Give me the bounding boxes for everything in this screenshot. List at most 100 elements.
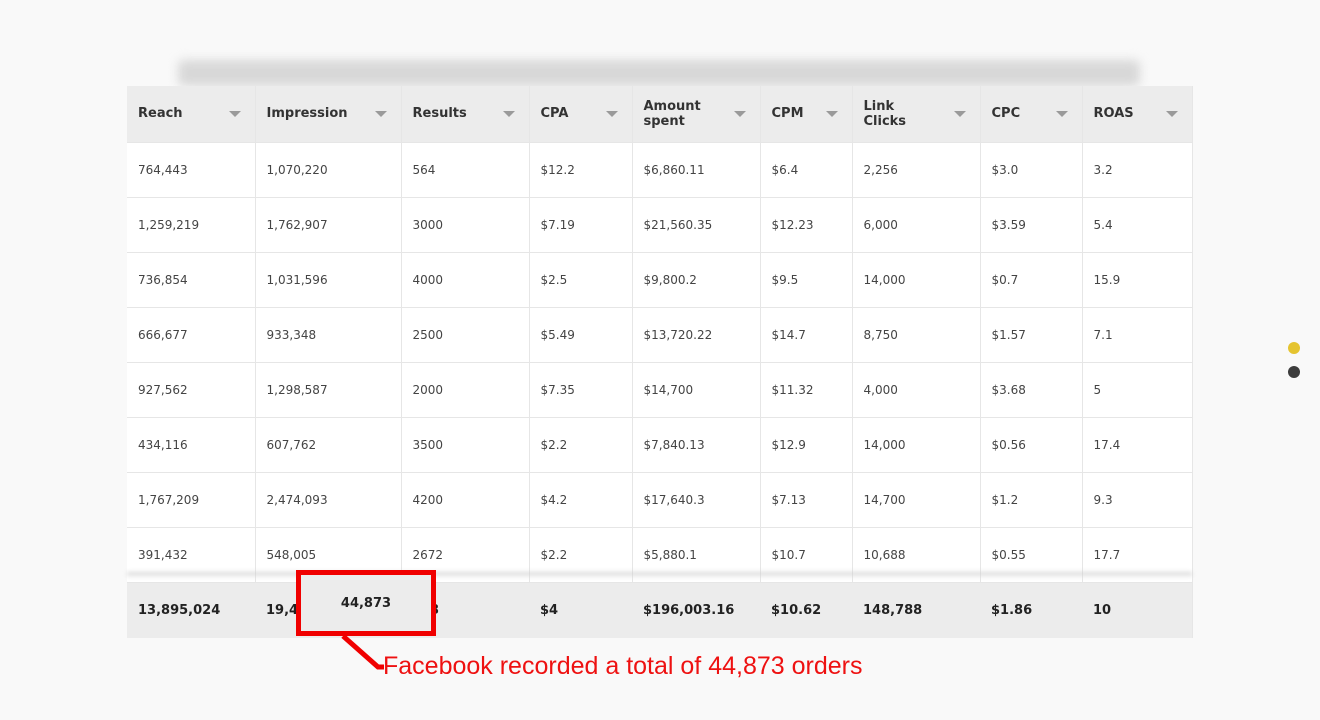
pager-dot-inactive[interactable] — [1288, 366, 1300, 378]
column-header-label: ROAS — [1093, 106, 1134, 122]
table-cell: 6,000 — [852, 197, 981, 253]
table-cell: 7.1 — [1082, 307, 1193, 363]
table-cell: $7.35 — [529, 362, 633, 418]
table-cell: $9,800.2 — [632, 252, 761, 308]
table-cell: 1,259,219 — [127, 197, 256, 253]
column-header-1[interactable]: Impression — [255, 86, 402, 143]
table-cell: 666,677 — [127, 307, 256, 363]
table-row: 1,767,209 2,474,093 4200 $4.2 $17,640.3 $7.13… — [127, 472, 1193, 528]
table-cell: 15.9 — [1082, 252, 1193, 308]
table-cell: 2,474,093 — [255, 472, 402, 528]
ads-metrics-table-container: Reach Impression Results CPA Amount spent CPM… — [127, 86, 1193, 638]
total-cell: $1.86 — [980, 582, 1082, 638]
table-cell: $17,640.3 — [632, 472, 761, 528]
table-cell: $2.2 — [529, 417, 633, 473]
column-header-label: Results — [412, 106, 467, 122]
sort-caret-down-icon[interactable] — [374, 110, 387, 117]
sort-caret-down-icon[interactable] — [825, 110, 838, 117]
table-row: 927,562 1,298,587 2000 $7.35 $14,700 $11.32 4,… — [127, 362, 1193, 418]
table-cell: $14.7 — [760, 307, 853, 363]
table-cell: $5.49 — [529, 307, 633, 363]
table-cell: 1,298,587 — [255, 362, 402, 418]
table-cell: 1,767,209 — [127, 472, 256, 528]
table-cell: $11.32 — [760, 362, 853, 418]
table-cell: 8,750 — [852, 307, 981, 363]
table-cell: 14,700 — [852, 472, 981, 528]
column-header-label: CPA — [540, 106, 569, 122]
sort-caret-down-icon[interactable] — [953, 110, 966, 117]
slide-stage: Reach Impression Results CPA Amount spent CPM… — [0, 0, 1320, 720]
table-top-shadow — [178, 60, 1140, 86]
table-cell: 1,070,220 — [255, 142, 402, 198]
column-header-5[interactable]: CPM — [760, 86, 853, 143]
table-cell: $6.4 — [760, 142, 853, 198]
table-cell: $21,560.35 — [632, 197, 761, 253]
table-cell: $12.9 — [760, 417, 853, 473]
table-row: 736,854 1,031,596 4000 $2.5 $9,800.2 $9.5 14,0… — [127, 252, 1193, 308]
table-cell: 564 — [401, 142, 530, 198]
column-header-2[interactable]: Results — [401, 86, 530, 143]
sort-caret-down-icon[interactable] — [228, 110, 241, 117]
column-header-label: Link Clicks — [863, 98, 907, 129]
table-cell: $0.56 — [980, 417, 1083, 473]
table-cell: $9.5 — [760, 252, 853, 308]
table-cell: $7,840.13 — [632, 417, 761, 473]
column-header-6[interactable]: Link Clicks — [852, 86, 981, 143]
column-header-7[interactable]: CPC — [980, 86, 1083, 143]
table-cell: 2500 — [401, 307, 530, 363]
total-cell: $196,003.16 — [632, 582, 760, 638]
total-cell: $4 — [529, 582, 632, 638]
table-cell: 1,031,596 — [255, 252, 402, 308]
column-header-label: CPC — [991, 106, 1021, 122]
table-cell: $13,720.22 — [632, 307, 761, 363]
table-cell: 2000 — [401, 362, 530, 418]
callout-highlight-box: 44,873 — [296, 570, 436, 636]
total-cell: 10 — [1082, 582, 1193, 638]
table-cell: $7.13 — [760, 472, 853, 528]
table-cell: 4200 — [401, 472, 530, 528]
table-cell: 3000 — [401, 197, 530, 253]
table-cell: $0.7 — [980, 252, 1083, 308]
table-row: 666,677 933,348 2500 $5.49 $13,720.22 $14.7 8,… — [127, 307, 1193, 363]
table-cell: $3.0 — [980, 142, 1083, 198]
table-cell: 5 — [1082, 362, 1193, 418]
table-cell: 14,000 — [852, 252, 981, 308]
sort-caret-down-icon[interactable] — [605, 110, 618, 117]
table-cell: 2,256 — [852, 142, 981, 198]
sort-caret-down-icon[interactable] — [1165, 110, 1178, 117]
table-cell: 1,762,907 — [255, 197, 402, 253]
callout-value: 44,873 — [340, 595, 392, 611]
table-cell: 736,854 — [127, 252, 256, 308]
table-totals-row: 13,895,02419,45373$4$196,003.16$10.62148… — [127, 582, 1193, 638]
table-cell: 933,348 — [255, 307, 402, 363]
sort-caret-down-icon[interactable] — [733, 110, 746, 117]
column-header-4[interactable]: Amount spent — [632, 86, 761, 143]
pager-dot-active[interactable] — [1288, 342, 1300, 354]
ads-metrics-table: Reach Impression Results CPA Amount spent CPM… — [127, 86, 1193, 638]
table-cell: 764,443 — [127, 142, 256, 198]
slide-pager — [1288, 342, 1300, 390]
callout-caption: Facebook recorded a total of 44,873 orde… — [383, 652, 863, 680]
table-cell: $12.23 — [760, 197, 853, 253]
table-cell: 607,762 — [255, 417, 402, 473]
table-cell: 3.2 — [1082, 142, 1193, 198]
table-cell: 14,000 — [852, 417, 981, 473]
column-header-label: Impression — [266, 106, 348, 122]
column-header-0[interactable]: Reach — [127, 86, 256, 143]
column-header-3[interactable]: CPA — [529, 86, 633, 143]
total-cell: $10.62 — [760, 582, 852, 638]
table-cell: 434,116 — [127, 417, 256, 473]
sort-caret-down-icon[interactable] — [502, 110, 515, 117]
table-row: 764,443 1,070,220 564 $12.2 $6,860.11 $6.4 2,2… — [127, 142, 1193, 198]
table-body: 764,443 1,070,220 564 $12.2 $6,860.11 $6.4 2,2… — [127, 142, 1193, 583]
column-header-label: Reach — [138, 106, 183, 122]
column-header-8[interactable]: ROAS — [1082, 86, 1193, 143]
table-cell: $2.5 — [529, 252, 633, 308]
table-cell: $14,700 — [632, 362, 761, 418]
table-cell: $12.2 — [529, 142, 633, 198]
table-cell: 3500 — [401, 417, 530, 473]
table-cell: $6,860.11 — [632, 142, 761, 198]
sort-caret-down-icon[interactable] — [1055, 110, 1068, 117]
total-cell: 148,788 — [852, 582, 980, 638]
table-cell: $7.19 — [529, 197, 633, 253]
